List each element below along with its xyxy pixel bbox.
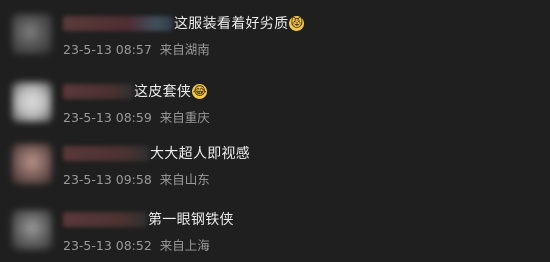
username-blurred[interactable] [63, 15, 173, 31]
comment-meta: 23-5-13 08:52 来自上海 [63, 235, 210, 254]
username-blurred[interactable] [63, 211, 147, 227]
comment-timestamp: 23-5-13 08:57 [63, 42, 152, 57]
comment-item: 大大超人即视感 23-5-13 09:58 来自山东 [0, 136, 550, 196]
avatar[interactable] [12, 82, 52, 122]
avatar[interactable] [12, 144, 52, 184]
comment-meta: 23-5-13 08:59 来自重庆 [63, 107, 210, 126]
comment-meta: 23-5-13 09:58 来自山东 [63, 169, 210, 188]
comment-location: 来自重庆 [159, 110, 210, 125]
avatar[interactable] [12, 14, 52, 54]
comment-text: 大大超人即视感 [150, 146, 251, 162]
comment-timestamp: 23-5-13 08:52 [63, 238, 152, 253]
comment-item: 这服装看着好劣质 😾 23-5-13 08:57 来自湖南 [0, 6, 550, 66]
pouting-cat-emoji-icon: 😾 [289, 15, 305, 31]
comment-line: 第一眼钢铁侠 [63, 209, 234, 229]
comment-location: 来自山东 [159, 172, 210, 187]
comment-location: 来自湖南 [159, 42, 210, 57]
comment-text: 这皮套侠 [134, 84, 192, 100]
comment-text: 第一眼钢铁侠 [148, 212, 234, 228]
username-blurred[interactable] [63, 145, 149, 161]
comment-line: 这皮套侠 😂 [63, 81, 208, 101]
comment-line: 大大超人即视感 [63, 143, 250, 163]
username-blurred[interactable] [63, 83, 133, 99]
avatar[interactable] [12, 210, 52, 250]
comment-location: 来自上海 [159, 238, 210, 253]
comment-meta: 23-5-13 08:57 来自湖南 [63, 39, 210, 58]
laughing-emoji-icon: 😂 [192, 83, 208, 99]
comment-text: 这服装看着好劣质 [174, 16, 289, 32]
comment-item: 第一眼钢铁侠 23-5-13 08:52 来自上海 [0, 202, 550, 262]
comment-line: 这服装看着好劣质 😾 [63, 13, 305, 33]
comment-timestamp: 23-5-13 08:59 [63, 110, 152, 125]
comment-timestamp: 23-5-13 09:58 [63, 172, 152, 187]
comment-list: 这服装看着好劣质 😾 23-5-13 08:57 来自湖南 这皮套侠 😂 23-5… [0, 0, 550, 262]
comment-item: 这皮套侠 😂 23-5-13 08:59 来自重庆 [0, 74, 550, 134]
